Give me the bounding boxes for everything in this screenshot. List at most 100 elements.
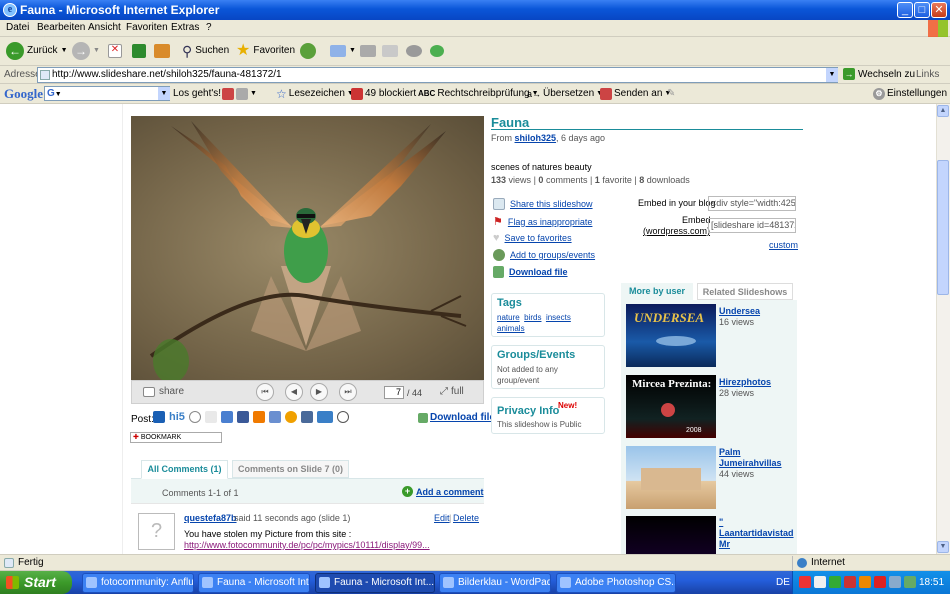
- menu-favoriten[interactable]: Favoriten: [126, 22, 168, 33]
- related-title-2[interactable]: Hirezphotos: [719, 377, 771, 387]
- save-favorites-link[interactable]: ♥ Save to favorites: [493, 232, 572, 244]
- edit-button[interactable]: [382, 42, 398, 60]
- download-file-link[interactable]: Download file: [493, 266, 568, 278]
- wordpress-link[interactable]: (wordpress.com): [643, 226, 710, 236]
- highlight-button[interactable]: ✎: [667, 86, 675, 102]
- author-link[interactable]: shiloh325: [515, 133, 557, 143]
- thumb-hirezphotos[interactable]: Mircea Prezinta: 2008: [626, 375, 716, 438]
- task-fauna-2[interactable]: Fauna - Microsoft Int...: [315, 573, 435, 593]
- links-label[interactable]: Links: [916, 69, 939, 80]
- spellcheck-button[interactable]: ABC Rechtschreibprüfung ▼: [418, 86, 539, 102]
- menu-datei[interactable]: Datei: [6, 22, 29, 33]
- custom-link[interactable]: custom: [769, 240, 798, 250]
- google-logo[interactable]: Google: [4, 86, 43, 102]
- tag-animals[interactable]: animals: [497, 324, 525, 333]
- digg-icon[interactable]: [284, 411, 297, 423]
- tag-insects[interactable]: insects: [546, 313, 571, 322]
- settings-button[interactable]: ⚙Einstellungen▼: [873, 86, 950, 102]
- forward-button[interactable]: → ▼: [72, 42, 100, 60]
- stop-button[interactable]: ✕: [108, 42, 122, 60]
- next-slide-button[interactable]: ▶: [310, 383, 328, 401]
- scroll-down-button[interactable]: ▼: [937, 541, 949, 553]
- last-slide-button[interactable]: ⏭: [339, 383, 357, 401]
- delicious-icon[interactable]: [153, 411, 165, 423]
- fw-icon[interactable]: [316, 411, 333, 423]
- thumb-palm-jumeirah[interactable]: [626, 446, 716, 509]
- smiley-icon[interactable]: [188, 411, 201, 423]
- share-slideshow-link[interactable]: Share this slideshow: [493, 198, 593, 210]
- bookmarks-button[interactable]: ☆Lesezeichen▼: [276, 86, 354, 102]
- maximize-button[interactable]: □: [914, 2, 930, 18]
- close-button[interactable]: ✕: [931, 2, 947, 18]
- related-title-4[interactable]: " Laantartidavistad Mr: [719, 517, 797, 550]
- feed-icon[interactable]: [336, 411, 349, 423]
- translate-button[interactable]: a→Übersetzen▼: [527, 86, 603, 102]
- go-button[interactable]: → Wechseln zu: [843, 68, 915, 80]
- fullscreen-button[interactable]: ⤢ full: [440, 386, 464, 397]
- mail-button[interactable]: ▼: [330, 42, 356, 60]
- first-slide-button[interactable]: ⏮: [256, 383, 274, 401]
- addthis-bookmark-button[interactable]: ✚ BOOKMARK: [130, 432, 222, 443]
- blogger-icon[interactable]: [252, 411, 265, 423]
- thumb-undersea[interactable]: UNDERSEA: [626, 304, 716, 367]
- tray-icon-5[interactable]: [859, 576, 871, 588]
- favorites-button[interactable]: ★ Favoriten: [236, 42, 295, 60]
- tray-icon-2[interactable]: [814, 576, 826, 588]
- comment-link[interactable]: http://www.fotocommunity.de/pc/pc/mypics…: [184, 540, 430, 550]
- search-button[interactable]: ⚲ Suchen: [182, 42, 229, 60]
- google-go-button[interactable]: Los geht's!: [173, 86, 221, 102]
- comment-author[interactable]: questefa87b: [184, 513, 237, 523]
- refresh-button[interactable]: [132, 42, 146, 60]
- google-search-input[interactable]: G▼: [44, 86, 170, 101]
- menu-ansicht[interactable]: Ansicht: [88, 22, 121, 33]
- scroll-thumb[interactable]: [937, 160, 949, 295]
- related-title-1[interactable]: Undersea: [719, 306, 760, 316]
- chat-icon[interactable]: [300, 411, 313, 423]
- facebook-icon[interactable]: [236, 411, 249, 423]
- tab-all-comments[interactable]: All Comments (1): [141, 460, 228, 479]
- task-fauna-1[interactable]: Fauna - Microsoft Int...: [198, 573, 310, 593]
- print-button[interactable]: [360, 42, 376, 60]
- google-dropdown-icon[interactable]: ▼: [158, 87, 170, 100]
- tag-nature[interactable]: nature: [497, 313, 520, 322]
- tray-icon-4[interactable]: [844, 576, 856, 588]
- slide-image[interactable]: [131, 116, 484, 383]
- discuss-button[interactable]: [406, 42, 422, 60]
- embed-input[interactable]: <div style="width:425px: [708, 196, 796, 211]
- messenger-button[interactable]: [430, 42, 444, 60]
- tab-related-slideshows[interactable]: Related Slideshows: [697, 283, 793, 300]
- menu-bearbeiten[interactable]: Bearbeiten: [37, 22, 85, 33]
- tag-birds[interactable]: birds: [524, 313, 541, 322]
- blog-icon[interactable]: [268, 411, 281, 423]
- task-wordpad[interactable]: Bilderklau - WordPad: [439, 573, 551, 593]
- address-input[interactable]: http://www.slideshare.net/shiloh325/faun…: [37, 67, 838, 83]
- related-title-3[interactable]: Palm Jumeirahvillas: [719, 447, 797, 469]
- google-news-button[interactable]: ▼: [222, 86, 257, 102]
- thumb-antartida[interactable]: [626, 516, 716, 554]
- scroll-up-button[interactable]: ▲: [937, 105, 949, 117]
- back-button[interactable]: ← Zurück ▼: [6, 42, 68, 60]
- address-dropdown-icon[interactable]: ▼: [826, 68, 838, 82]
- tab-more-by-user[interactable]: More by user: [621, 283, 693, 301]
- tray-icon-8[interactable]: [904, 576, 916, 588]
- tray-icon-3[interactable]: [829, 576, 841, 588]
- history-button[interactable]: [300, 42, 316, 60]
- x-icon[interactable]: [204, 411, 217, 423]
- language-indicator[interactable]: DE: [776, 577, 790, 588]
- link-icon[interactable]: [220, 411, 233, 423]
- minimize-button[interactable]: _: [897, 2, 913, 18]
- menu-extras[interactable]: Extras: [171, 22, 199, 33]
- popup-blocker-button[interactable]: 49 blockiert: [351, 86, 416, 102]
- download-file-link-2[interactable]: Download file: [418, 412, 495, 423]
- edit-comment-link[interactable]: Edit: [434, 513, 450, 523]
- tray-icon-1[interactable]: [799, 576, 811, 588]
- share-button[interactable]: share: [143, 386, 184, 397]
- add-comment-button[interactable]: + Add a comment: [402, 486, 484, 497]
- tray-icon-6[interactable]: [874, 576, 886, 588]
- send-to-button[interactable]: Senden an ▼: [600, 86, 671, 102]
- delete-comment-link[interactable]: Delete: [453, 513, 479, 523]
- menu-help[interactable]: ?: [206, 22, 212, 33]
- task-photoshop[interactable]: Adobe Photoshop CS...: [556, 573, 676, 593]
- start-button[interactable]: Start: [0, 571, 72, 594]
- tab-slide-comments[interactable]: Comments on Slide 7 (0): [232, 460, 349, 478]
